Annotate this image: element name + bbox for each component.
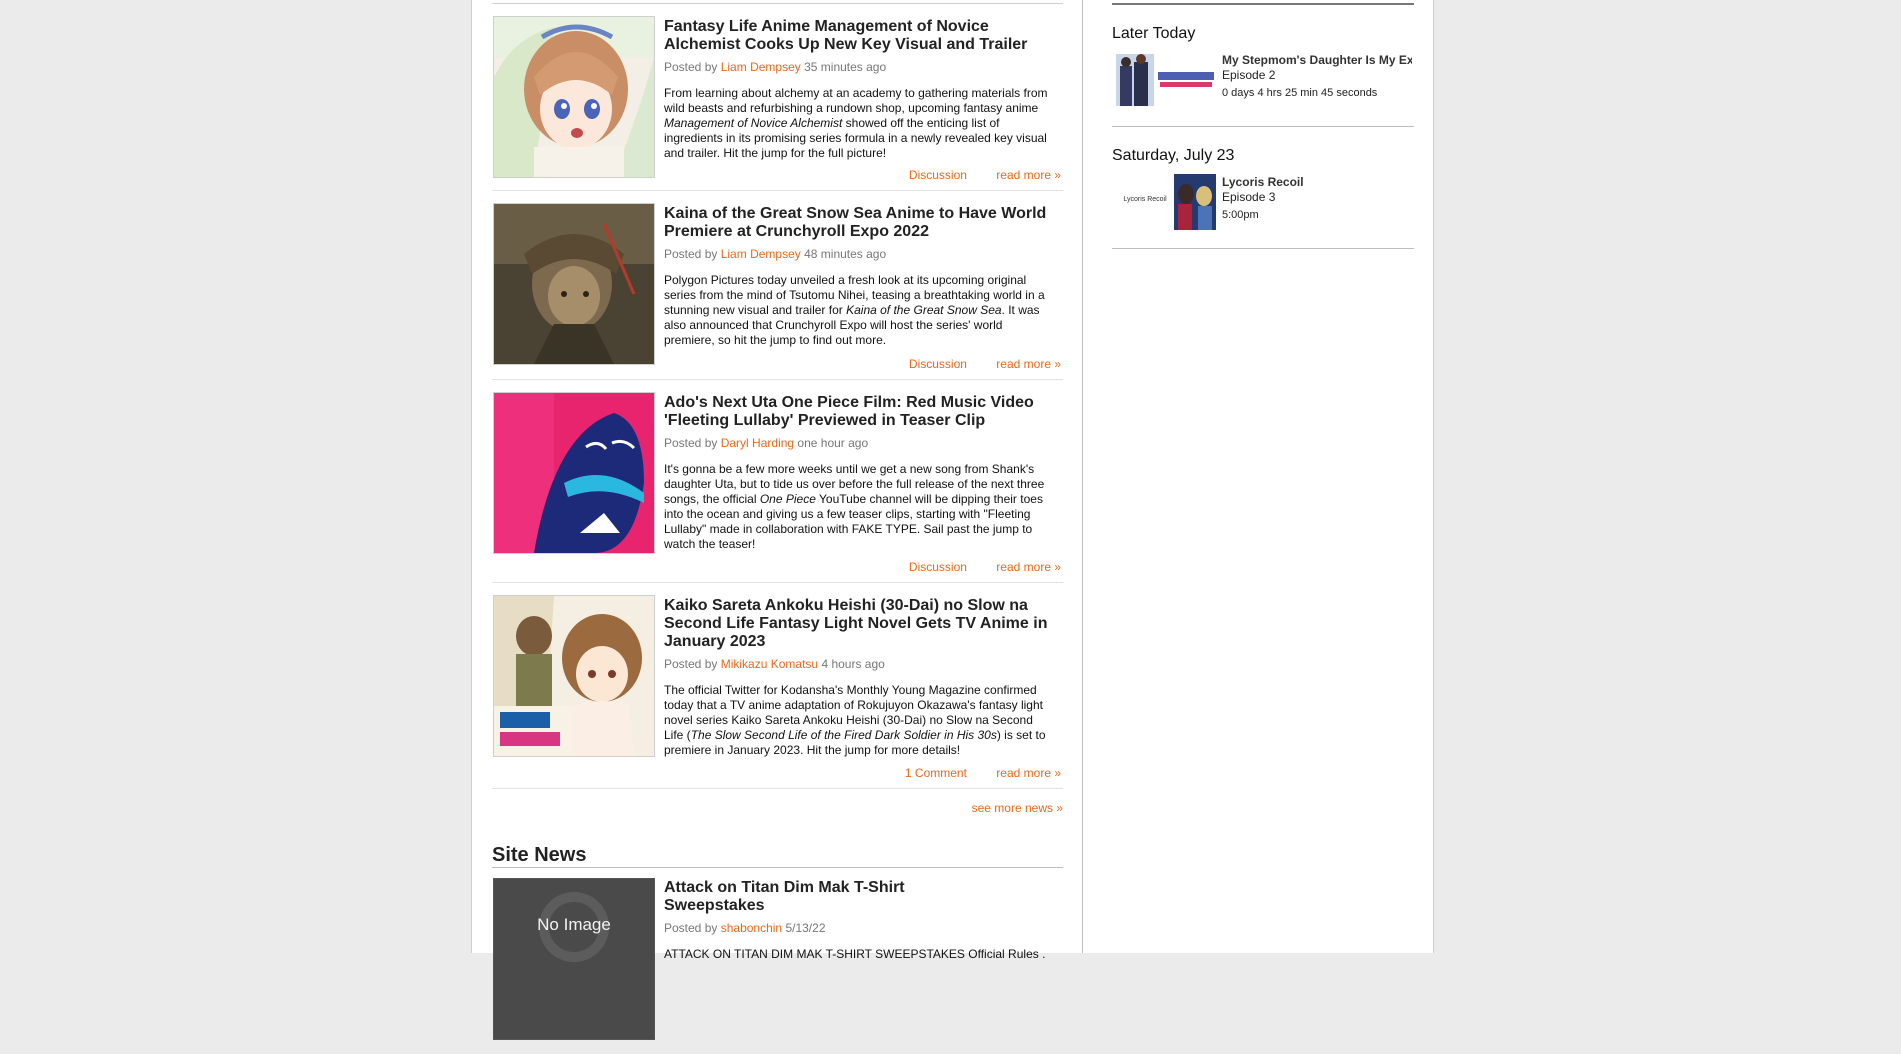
schedule-day: Later Today My Stepmom's Daughter Is My … [1112, 5, 1414, 127]
article-body: Kaiko Sareta Ankoku Heishi (30-Dai) no S… [664, 597, 1060, 758]
air-time: 5:00pm [1222, 209, 1259, 221]
article-excerpt: It's gonna be a few more weeks until we … [664, 462, 1054, 552]
news-article: Kaina of the Great Snow Sea Anime to Hav… [492, 191, 1063, 380]
article-title[interactable]: Kaiko Sareta Ankoku Heishi (30-Dai) no S… [664, 597, 1060, 651]
no-image-thumbnail[interactable]: No Image [493, 878, 655, 1040]
posted-by-label: Posted by [664, 60, 718, 74]
show-title[interactable]: Lycoris Recoil [1222, 175, 1412, 190]
site-news-heading: Site News [492, 843, 1063, 868]
article-body: Ado's Next Uta One Piece Film: Red Music… [664, 394, 1060, 552]
article-thumbnail[interactable] [493, 595, 655, 757]
author-link[interactable]: Liam Dempsey [721, 247, 801, 261]
show-thumbnail[interactable]: Lycoris Recoil [1114, 174, 1218, 230]
post-time: 48 minutes ago [804, 247, 887, 261]
excerpt-text: From learning about alchemy at an academ… [664, 86, 1048, 115]
post-time: 35 minutes ago [804, 60, 887, 74]
page: Fantasy Life Anime Management of Novice … [471, 0, 1434, 1040]
article-byline: Posted by Liam Dempsey 48 minutes ago [664, 247, 1060, 261]
article-links: 1 Comment read more » [879, 766, 1061, 780]
article-body: Kaina of the Great Snow Sea Anime to Hav… [664, 205, 1060, 348]
excerpt-emphasis: One Piece [759, 492, 816, 506]
article-thumbnail[interactable] [493, 203, 655, 365]
read-more-link[interactable]: read more » [996, 766, 1061, 780]
article-byline: Posted by shabonchin 5/13/22 [664, 921, 1060, 935]
post-time: 5/13/22 [785, 921, 826, 935]
article-title[interactable]: Kaina of the Great Snow Sea Anime to Hav… [664, 205, 1060, 241]
schedule-item[interactable]: Lycoris Recoil Lycoris Recoil Episode 3 … [1112, 174, 1414, 230]
author-link[interactable]: shabonchin [721, 921, 782, 935]
article-body: Attack on Titan Dim Mak T-Shirt Sweepsta… [664, 879, 1060, 962]
article-byline: Posted by Liam Dempsey 35 minutes ago [664, 60, 1060, 74]
day-title: Saturday, July 23 [1112, 147, 1235, 164]
author-link[interactable]: Liam Dempsey [721, 60, 801, 74]
author-link[interactable]: Daryl Harding [721, 436, 794, 450]
schedule-sidebar: Later Today My Stepmom's Daughter Is My … [1112, 0, 1414, 249]
posted-by-label: Posted by [664, 921, 718, 935]
article-title[interactable]: Fantasy Life Anime Management of Novice … [664, 18, 1060, 54]
read-more-link[interactable]: read more » [996, 357, 1061, 371]
day-title: Later Today [1112, 25, 1196, 42]
site-news-article: No Image Attack on Titan Dim Mak T-Shirt… [492, 868, 1063, 1054]
main-column: Fantasy Life Anime Management of Novice … [492, 0, 1063, 1054]
see-more-news-link[interactable]: see more news » [972, 801, 1063, 815]
show-logo: Lycoris Recoil [1123, 196, 1167, 203]
post-time: one hour ago [797, 436, 869, 450]
episode-label: Episode 3 [1222, 190, 1276, 204]
article-excerpt: From learning about alchemy at an academ… [664, 86, 1054, 161]
excerpt-emphasis: Kaina of the Great Snow Sea [846, 303, 1002, 317]
discussion-link[interactable]: Discussion [909, 357, 967, 371]
discussion-link[interactable]: Discussion [909, 560, 967, 574]
article-links: Discussion read more » [883, 357, 1061, 371]
article-byline: Posted by Daryl Harding one hour ago [664, 436, 1060, 450]
article-byline: Posted by Mikikazu Komatsu 4 hours ago [664, 657, 1060, 671]
episode-label: Episode 2 [1222, 68, 1276, 82]
countdown: 0 days 4 hrs 25 min 45 seconds [1222, 87, 1378, 99]
excerpt-emphasis: Management of Novice Alchemist [664, 116, 843, 130]
schedule-info: Lycoris Recoil Episode 3 5:00pm [1222, 175, 1412, 223]
show-title[interactable]: My Stepmom's Daughter Is My Ex [1222, 53, 1412, 68]
article-thumbnail[interactable] [493, 392, 655, 554]
article-excerpt: The official Twitter for Kodansha's Mont… [664, 683, 1054, 758]
posted-by-label: Posted by [664, 436, 718, 450]
article-title[interactable]: Attack on Titan Dim Mak T-Shirt Sweepsta… [664, 879, 924, 915]
read-more-link[interactable]: read more » [996, 168, 1061, 182]
article-links: Discussion read more » [883, 560, 1061, 574]
posted-by-label: Posted by [664, 247, 718, 261]
no-image-label: No Image [537, 915, 611, 934]
article-body: Fantasy Life Anime Management of Novice … [664, 18, 1060, 161]
article-excerpt: ATTACK ON TITAN DIM MAK T-SHIRT SWEEPSTA… [664, 947, 1046, 961]
comments-link[interactable]: 1 Comment [905, 766, 967, 780]
excerpt-emphasis: The Slow Second Life of the Fired Dark S… [690, 728, 997, 742]
article-links: Discussion read more » [883, 168, 1061, 182]
discussion-link[interactable]: Discussion [909, 168, 967, 182]
read-more-link[interactable]: read more » [996, 560, 1061, 574]
schedule-info: My Stepmom's Daughter Is My Ex Episode 2… [1222, 53, 1412, 101]
news-article: Fantasy Life Anime Management of Novice … [492, 4, 1063, 191]
column-divider [1082, 0, 1083, 953]
news-article: Kaiko Sareta Ankoku Heishi (30-Dai) no S… [492, 583, 1063, 789]
see-more-news: see more news » [492, 801, 1063, 821]
schedule-item[interactable]: My Stepmom's Daughter Is My Ex Episode 2… [1112, 52, 1414, 108]
author-link[interactable]: Mikikazu Komatsu [721, 657, 818, 671]
show-thumbnail[interactable] [1114, 52, 1218, 108]
article-excerpt: Polygon Pictures today unveiled a fresh … [664, 273, 1054, 348]
post-time: 4 hours ago [821, 657, 885, 671]
article-thumbnail[interactable] [493, 16, 655, 178]
news-article: Ado's Next Uta One Piece Film: Red Music… [492, 380, 1063, 583]
posted-by-label: Posted by [664, 657, 718, 671]
schedule-day: Saturday, July 23 Lycoris Recoil Lycoris… [1112, 127, 1414, 249]
article-title[interactable]: Ado's Next Uta One Piece Film: Red Music… [664, 394, 1060, 430]
